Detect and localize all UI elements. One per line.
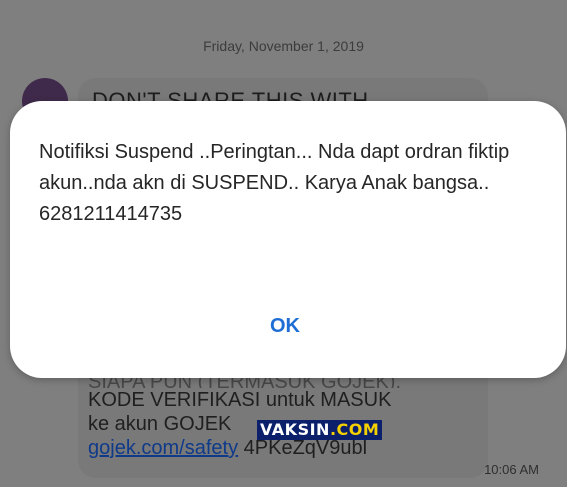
- date-header: Friday, November 1, 2019: [203, 38, 364, 54]
- watermark-main: VAKSIN: [260, 420, 330, 439]
- messages-screen: Friday, November 1, 2019 DON'T SHARE THI…: [0, 0, 567, 487]
- dialog-message: Notifiksi Suspend ..Peringtan... Nda dap…: [39, 141, 510, 194]
- ok-button[interactable]: OK: [240, 306, 330, 346]
- safety-link[interactable]: gojek.com/safety: [88, 437, 238, 459]
- watermark-logo: VAKSIN.COM: [257, 420, 383, 440]
- message-body: SIAPA PUN (TERMASUK GOJEK). KODE VERIFIK…: [88, 370, 468, 460]
- message-line: KODE VERIFIKASI untuk MASUK: [88, 389, 392, 411]
- dialog-phone-number: 6281211414735: [39, 203, 183, 225]
- alert-dialog: Notifiksi Suspend ..Peringtan... Nda dap…: [10, 101, 566, 378]
- watermark-suffix: .COM: [329, 420, 380, 439]
- dialog-message-container: Notifiksi Suspend ..Peringtan... Nda dap…: [39, 137, 539, 230]
- message-timestamp: 10:06 AM: [484, 462, 539, 477]
- verification-code: 4PKeZqV9ubl: [243, 437, 368, 459]
